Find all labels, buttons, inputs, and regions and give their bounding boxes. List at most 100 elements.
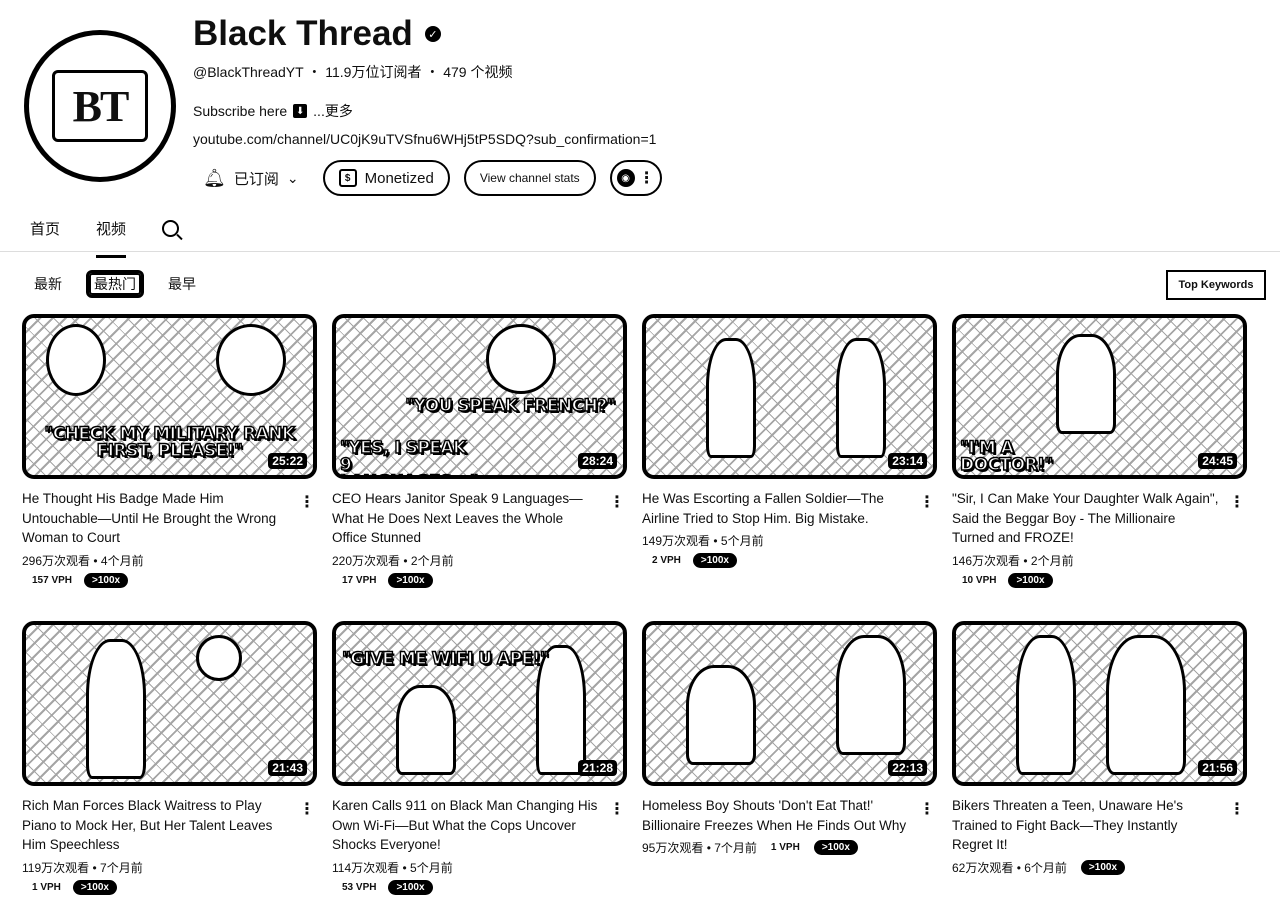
channel-description[interactable]: Subscribe here ⬇ ...更多: [193, 101, 353, 121]
filter-oldest[interactable]: 最早: [164, 270, 200, 298]
channel-avatar[interactable]: BT: [24, 30, 176, 182]
view-count-text: 62万次观看: [952, 860, 1014, 875]
view-count-text: 119万次观看: [22, 860, 90, 875]
video-card[interactable]: 22:13 Homeless Boy Shouts 'Don't Eat Tha…: [642, 621, 937, 905]
outlier-badge: >100x: [84, 572, 129, 588]
video-meta: 296万次观看 • 4个月前: [22, 552, 317, 569]
thumbnail-caption: "YOU SPEAK FRENCH?": [405, 396, 617, 416]
top-keywords-button[interactable]: Top Keywords: [1166, 270, 1266, 300]
view-count-text: 114万次观看: [332, 860, 400, 875]
view-count: 149万次观看 • 5个月前: [642, 534, 764, 548]
video-duration: 28:24: [578, 453, 617, 469]
subscriber-count: 11.9万位订阅者: [325, 64, 422, 80]
video-thumbnail[interactable]: 21:56: [952, 621, 1247, 786]
view-count: 296万次观看 • 4个月前: [22, 553, 144, 568]
video-title[interactable]: "Sir, I Can Make Your Daughter Walk Agai…: [952, 489, 1247, 548]
filter-latest[interactable]: 最新: [30, 270, 66, 298]
outlier-badge: >100x: [388, 572, 433, 588]
thumbnail-figure: [836, 338, 886, 458]
thumbnail-caption: "I'M A DOCTOR!": [959, 438, 1054, 475]
video-grid: "CHECK MY MILITARY RANK FIRST, PLEASE!" …: [22, 314, 1262, 905]
video-card[interactable]: "GIVE ME WIFI U APE!" 21:28 Karen Calls …: [332, 621, 627, 905]
channel-meta: @BlackThreadYT ・ 11.9万位订阅者 ・ 479 个视频: [193, 62, 512, 82]
video-title[interactable]: He Was Escorting a Fallen Soldier—The Ai…: [642, 489, 937, 528]
view-count-text: 95万次观看: [642, 841, 704, 855]
thumbnail-art: [26, 625, 313, 782]
video-thumbnail[interactable]: "CHECK MY MILITARY RANK FIRST, PLEASE!" …: [22, 314, 317, 479]
vph-value: 17 VPH: [342, 574, 377, 586]
upload-age: 5个月前: [720, 534, 764, 548]
chevron-down-icon: ⌄: [286, 169, 299, 186]
monetized-button[interactable]: $ Monetized: [322, 160, 450, 196]
thumbnail-figure: [686, 665, 756, 765]
video-title[interactable]: Homeless Boy Shouts 'Don't Eat That!' Bi…: [642, 796, 937, 835]
more-vert-icon[interactable]: ⋮: [299, 799, 315, 819]
channel-actions: 🔔︎ 已订阅 ⌄ $ Monetized View channel stats …: [193, 160, 662, 196]
subscribed-label: 已订阅: [233, 170, 279, 188]
video-meta: 146万次观看 • 2个月前: [952, 552, 1247, 569]
video-stats: 2 VPH >100x: [642, 553, 937, 568]
video-thumbnail[interactable]: 23:14: [642, 314, 937, 479]
monetized-icon: $: [338, 169, 357, 187]
video-thumbnail[interactable]: "GIVE ME WIFI U APE!" 21:28: [332, 621, 627, 786]
sort-filters: 最新 最热门 最早: [30, 270, 200, 298]
video-card[interactable]: "YOU SPEAK FRENCH?" "YES, I SPEAK 9 LANG…: [332, 314, 627, 607]
video-card[interactable]: 21:56 Bikers Threaten a Teen, Unaware He…: [952, 621, 1247, 905]
search-icon[interactable]: [162, 220, 180, 237]
thumbnail-figure: [396, 685, 456, 775]
subscribed-button[interactable]: 🔔︎ 已订阅 ⌄: [193, 160, 309, 196]
outlier-badge: >100x: [692, 553, 737, 568]
thumbnail-figure: [86, 639, 146, 779]
channel-link[interactable]: youtube.com/channel/UC0jK9uTVSfnu6WHj5tP…: [193, 131, 656, 147]
thumbnail-figure: [706, 338, 756, 458]
video-card[interactable]: "CHECK MY MILITARY RANK FIRST, PLEASE!" …: [22, 314, 317, 607]
more-vert-icon[interactable]: ⋮: [299, 492, 315, 512]
upload-age: 6个月前: [1024, 860, 1067, 875]
more-link[interactable]: ...更多: [313, 101, 353, 121]
upload-age: 2个月前: [1030, 553, 1074, 568]
video-thumbnail[interactable]: 21:43: [22, 621, 317, 786]
filter-popular[interactable]: 最热门: [86, 270, 144, 298]
thumbnail-figure: [196, 635, 242, 681]
video-title[interactable]: Bikers Threaten a Teen, Unaware He's Tra…: [952, 796, 1247, 855]
video-title[interactable]: He Thought His Badge Made Him Untouchabl…: [22, 489, 317, 548]
video-meta: 62万次观看 • 6个月前 >100x: [952, 859, 1247, 876]
video-stats: 157 VPH >100x: [22, 572, 317, 588]
video-title[interactable]: CEO Hears Janitor Speak 9 Languages—What…: [332, 489, 627, 548]
view-channel-stats-button[interactable]: View channel stats: [463, 160, 596, 196]
video-card[interactable]: 21:43 Rich Man Forces Black Waitress to …: [22, 621, 317, 905]
view-count-text: 220万次观看: [332, 553, 401, 568]
more-vert-icon[interactable]: ⋮: [1229, 799, 1245, 819]
video-duration: 21:43: [268, 760, 307, 776]
tab-home[interactable]: 首页: [30, 218, 60, 255]
video-title[interactable]: Rich Man Forces Black Waitress to Play P…: [22, 796, 317, 855]
video-thumbnail[interactable]: 22:13: [642, 621, 937, 786]
more-vert-icon[interactable]: ⋮: [919, 799, 935, 819]
extension-menu-button[interactable]: ◉ ⋮: [609, 160, 662, 196]
video-thumbnail[interactable]: "I'M A DOCTOR!" 24:45: [952, 314, 1247, 479]
video-title[interactable]: Karen Calls 911 on Black Man Changing Hi…: [332, 796, 627, 855]
vph-value: 1 VPH: [770, 842, 800, 853]
video-thumbnail[interactable]: "YOU SPEAK FRENCH?" "YES, I SPEAK 9 LANG…: [332, 314, 627, 479]
avatar-logo: BT: [52, 70, 148, 142]
thumbnail-caption-secondary: "YES, I SPEAK 9 LANGUAGES...": [339, 438, 479, 475]
view-count-text: 149万次观看: [642, 534, 711, 548]
view-count: 114万次观看 • 5个月前: [332, 860, 453, 875]
channel-handle: @BlackThreadYT: [193, 64, 304, 80]
video-stats: 10 VPH >100x: [952, 572, 1247, 588]
more-vert-icon[interactable]: ⋮: [1229, 492, 1245, 512]
view-count-text: 146万次观看: [952, 553, 1021, 568]
tab-videos[interactable]: 视频: [96, 218, 127, 258]
more-vert-icon[interactable]: ⋮: [609, 492, 625, 512]
view-count: 119万次观看 • 7个月前: [22, 860, 143, 875]
video-card[interactable]: "I'M A DOCTOR!" 24:45 "Sir, I Can Make Y…: [952, 314, 1247, 607]
video-duration: 21:56: [1198, 760, 1237, 776]
video-card[interactable]: 23:14 He Was Escorting a Fallen Soldier—…: [642, 314, 937, 607]
extension-icon: ◉: [616, 169, 635, 187]
description-text: Subscribe here: [193, 103, 288, 119]
more-vert-icon[interactable]: ⋮: [919, 492, 935, 512]
video-stats: 17 VPH >100x: [332, 572, 627, 588]
view-count: 62万次观看 • 6个月前: [952, 860, 1067, 875]
more-vert-icon[interactable]: ⋮: [609, 799, 625, 819]
thumbnail-figure: [1016, 635, 1076, 775]
